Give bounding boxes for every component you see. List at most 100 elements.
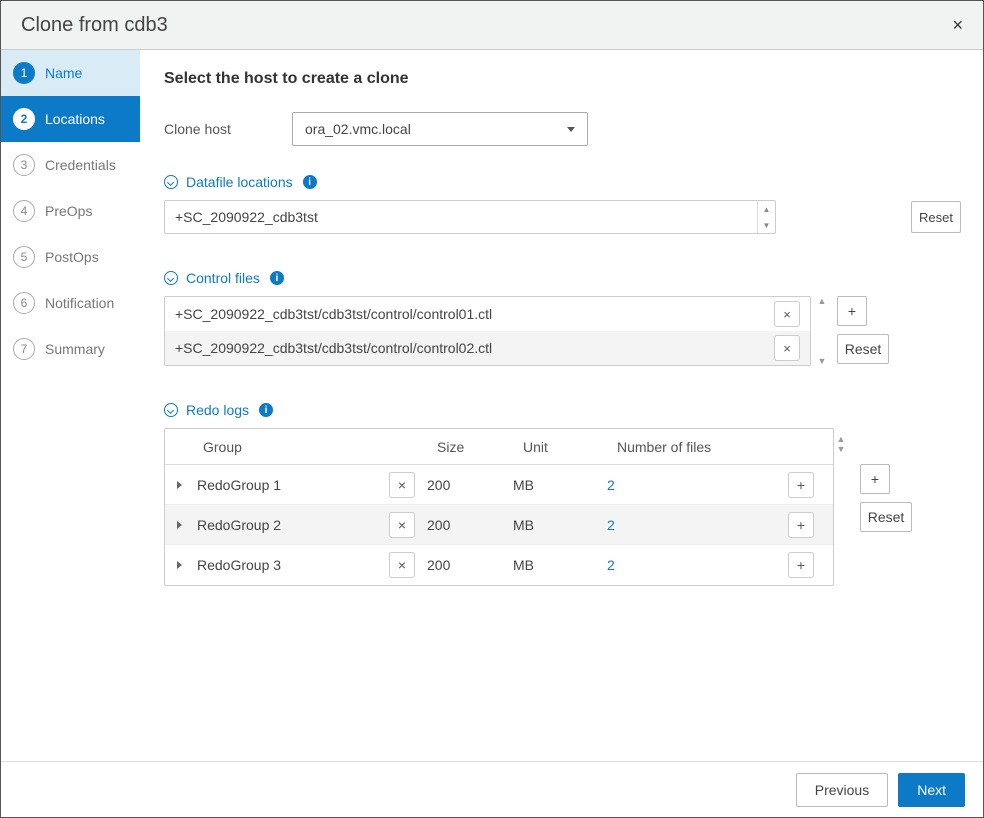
redo-group-name: RedoGroup 1 xyxy=(193,477,377,493)
step-label: PostOps xyxy=(45,249,99,265)
step-number: 6 xyxy=(13,292,35,314)
close-icon[interactable]: × xyxy=(952,15,963,36)
redo-unit: MB xyxy=(513,477,607,493)
previous-button[interactable]: Previous xyxy=(796,773,888,807)
step-number: 5 xyxy=(13,246,35,268)
control-file-path[interactable]: +SC_2090922_cdb3tst/cdb3tst/control/cont… xyxy=(175,340,768,356)
add-icon[interactable]: + xyxy=(788,472,814,498)
wizard-sidebar: 1 Name 2 Locations 3 Credentials 4 PreOp… xyxy=(1,50,140,761)
datafile-section-header: Datafile locations i xyxy=(164,174,961,190)
dialog-body: 1 Name 2 Locations 3 Credentials 4 PreOp… xyxy=(1,50,983,761)
arrow-up-icon[interactable]: ▲ xyxy=(815,296,829,306)
step-label: Notification xyxy=(45,295,114,311)
control-files-list: +SC_2090922_cdb3tst/cdb3tst/control/cont… xyxy=(164,296,811,366)
col-group: Group xyxy=(193,429,377,464)
control-files-section: +SC_2090922_cdb3tst/cdb3tst/control/cont… xyxy=(164,296,961,366)
control-side-buttons: + Reset xyxy=(837,296,889,364)
delete-icon[interactable]: × xyxy=(389,472,415,498)
dialog-footer: Previous Next xyxy=(1,761,983,817)
add-icon[interactable]: + xyxy=(788,512,814,538)
table-row: RedoGroup 2 × 200 MB 2 + xyxy=(165,505,833,545)
step-number: 3 xyxy=(13,154,35,176)
list-item: +SC_2090922_cdb3tst/cdb3tst/control/cont… xyxy=(165,297,810,331)
step-label: PreOps xyxy=(45,203,92,219)
col-unit: Unit xyxy=(513,429,607,464)
redo-group-name: RedoGroup 3 xyxy=(193,557,377,573)
sidebar-step-postops[interactable]: 5 PostOps xyxy=(1,234,140,280)
datafile-input[interactable]: +SC_2090922_cdb3tst ▲ ▼ xyxy=(164,200,776,234)
dialog-header: Clone from cdb3 × xyxy=(1,1,983,50)
table-row: RedoGroup 1 × 200 MB 2 + xyxy=(165,465,833,505)
datafile-value: +SC_2090922_cdb3tst xyxy=(175,209,318,225)
collapse-icon[interactable] xyxy=(164,175,178,189)
redo-num-files[interactable]: 2 xyxy=(607,477,775,493)
delete-icon[interactable]: × xyxy=(389,552,415,578)
scrollbar[interactable]: ▲ ▼ xyxy=(815,296,829,366)
collapse-icon[interactable] xyxy=(164,403,178,417)
clone-host-select[interactable]: ora_02.vmc.local xyxy=(292,112,588,146)
delete-icon[interactable]: × xyxy=(774,335,800,361)
arrow-down-icon[interactable]: ▼ xyxy=(815,356,829,366)
info-icon[interactable]: i xyxy=(259,403,273,417)
redo-title: Redo logs xyxy=(186,402,249,418)
redo-size: 200 xyxy=(427,557,513,573)
sidebar-step-preops[interactable]: 4 PreOps xyxy=(1,188,140,234)
step-number: 1 xyxy=(13,62,35,84)
table-header: Group Size Unit Number of files xyxy=(165,429,833,465)
col-num: Number of files xyxy=(607,429,775,464)
step-label: Credentials xyxy=(45,157,116,173)
sidebar-step-notification[interactable]: 6 Notification xyxy=(1,280,140,326)
step-label: Name xyxy=(45,65,82,81)
sidebar-step-locations[interactable]: 2 Locations xyxy=(1,96,140,142)
delete-icon[interactable]: × xyxy=(389,512,415,538)
control-section-header: Control files i xyxy=(164,270,961,286)
arrow-down-icon[interactable]: ▼ xyxy=(834,444,848,454)
redo-logs-section: Group Size Unit Number of files RedoGrou… xyxy=(164,428,961,586)
control-reset-button[interactable]: Reset xyxy=(837,334,889,364)
expand-icon[interactable] xyxy=(177,521,182,529)
redo-size: 200 xyxy=(427,477,513,493)
main-panel: Select the host to create a clone Clone … xyxy=(140,50,983,761)
redo-num-files[interactable]: 2 xyxy=(607,557,775,573)
delete-icon[interactable]: × xyxy=(774,301,800,327)
datafile-title: Datafile locations xyxy=(186,174,293,190)
sidebar-step-credentials[interactable]: 3 Credentials xyxy=(1,142,140,188)
redo-side-buttons: + Reset xyxy=(860,464,912,532)
add-icon[interactable]: + xyxy=(788,552,814,578)
list-item: +SC_2090922_cdb3tst/cdb3tst/control/cont… xyxy=(165,331,810,365)
add-redo-group-button[interactable]: + xyxy=(860,464,890,494)
info-icon[interactable]: i xyxy=(303,175,317,189)
arrow-up-icon[interactable]: ▲ xyxy=(834,434,848,444)
dialog-title: Clone from cdb3 xyxy=(21,14,168,37)
info-icon[interactable]: i xyxy=(270,271,284,285)
step-label: Locations xyxy=(45,111,105,127)
redo-unit: MB xyxy=(513,557,607,573)
arrow-down-icon[interactable]: ▼ xyxy=(758,217,775,233)
sidebar-step-name[interactable]: 1 Name xyxy=(1,50,140,96)
redo-num-files[interactable]: 2 xyxy=(607,517,775,533)
step-number: 2 xyxy=(13,108,35,130)
redo-unit: MB xyxy=(513,517,607,533)
add-control-file-button[interactable]: + xyxy=(837,296,867,326)
clone-host-label: Clone host xyxy=(164,121,292,137)
clone-host-row: Clone host ora_02.vmc.local xyxy=(164,112,961,146)
datafile-row: +SC_2090922_cdb3tst ▲ ▼ Reset xyxy=(164,200,961,234)
table-row: RedoGroup 3 × 200 MB 2 + xyxy=(165,545,833,585)
datafile-reset-button[interactable]: Reset xyxy=(911,201,961,233)
expand-icon[interactable] xyxy=(177,481,182,489)
sidebar-step-summary[interactable]: 7 Summary xyxy=(1,326,140,372)
expand-icon[interactable] xyxy=(177,561,182,569)
redo-group-name: RedoGroup 2 xyxy=(193,517,377,533)
chevron-down-icon xyxy=(567,127,575,132)
scrollbar[interactable]: ▲ ▼ xyxy=(834,428,848,460)
col-size: Size xyxy=(427,429,513,464)
arrow-up-icon[interactable]: ▲ xyxy=(758,201,775,217)
step-number: 4 xyxy=(13,200,35,222)
redo-size: 200 xyxy=(427,517,513,533)
control-file-path[interactable]: +SC_2090922_cdb3tst/cdb3tst/control/cont… xyxy=(175,306,768,322)
collapse-icon[interactable] xyxy=(164,271,178,285)
redo-reset-button[interactable]: Reset xyxy=(860,502,912,532)
next-button[interactable]: Next xyxy=(898,773,965,807)
spinner-icon[interactable]: ▲ ▼ xyxy=(757,201,775,233)
page-heading: Select the host to create a clone xyxy=(164,70,961,88)
